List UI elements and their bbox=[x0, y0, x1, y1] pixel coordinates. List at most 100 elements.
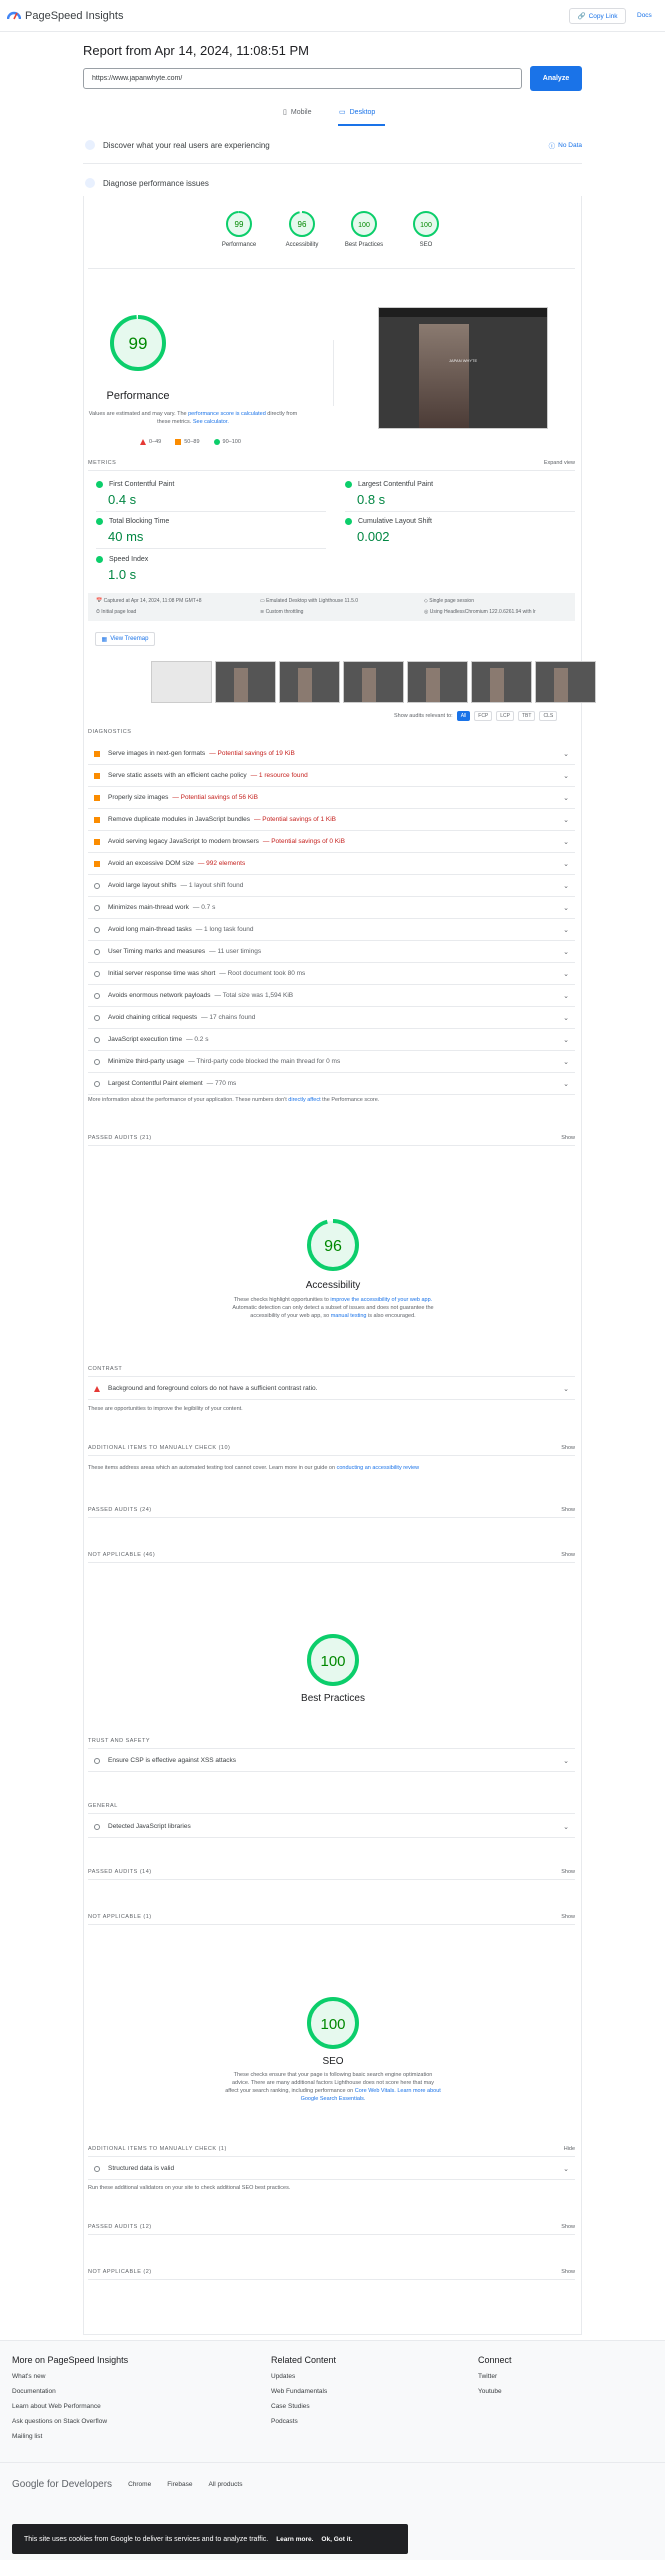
gauge-performance[interactable]: 99 Performance bbox=[214, 210, 264, 248]
show-toggle[interactable]: Show bbox=[561, 1445, 575, 1451]
footer-link[interactable]: Learn about Web Performance bbox=[12, 2403, 128, 2410]
core-web-vitals-link[interactable]: Core Web Vitals. bbox=[355, 2088, 396, 2094]
footer-link[interactable]: Podcasts bbox=[271, 2418, 336, 2425]
diagnostic-row[interactable]: Properly size images — Potential savings … bbox=[88, 787, 575, 809]
filter-chip-cls[interactable]: CLS bbox=[539, 711, 558, 721]
tab-desktop[interactable]: ▭ Desktop bbox=[339, 108, 375, 117]
bp-passed-audits[interactable]: PASSED AUDITS (14) Show bbox=[88, 1869, 575, 1875]
diagnostic-row[interactable]: Largest Contentful Paint element — 770 ms… bbox=[88, 1073, 575, 1095]
diagnostic-row[interactable]: Avoids enormous network payloads — Total … bbox=[88, 985, 575, 1007]
app-title[interactable]: PageSpeed Insights bbox=[25, 10, 123, 22]
diagnostic-row[interactable]: Serve images in next-gen formats — Potent… bbox=[88, 743, 575, 765]
footer-link[interactable]: Ask questions on Stack Overflow bbox=[12, 2418, 128, 2425]
bp-not-applicable[interactable]: NOT APPLICABLE (1) Show bbox=[88, 1914, 575, 1920]
gauge-ring: 96 bbox=[307, 1219, 359, 1271]
note-text: Values are estimated and may vary. The bbox=[88, 411, 187, 417]
filter-chip-fcp[interactable]: FCP bbox=[474, 711, 493, 721]
audit-row[interactable]: Background and foreground colors do not … bbox=[88, 1378, 575, 1400]
google-developers-logo[interactable]: Google for Developers bbox=[12, 2479, 112, 2490]
gauge-ring: 99 bbox=[110, 315, 166, 371]
info-circle-icon bbox=[94, 1036, 100, 1043]
perf-passed-audits[interactable]: PASSED AUDITS (21) Show bbox=[88, 1135, 575, 1141]
diagnostic-row[interactable]: Minimize third-party usage — Third-party … bbox=[88, 1051, 575, 1073]
audit-detail: — Potential savings of 19 KiB bbox=[209, 750, 295, 757]
expand-view-toggle[interactable]: Expand view bbox=[544, 460, 575, 466]
seo-not-applicable[interactable]: NOT APPLICABLE (2) Show bbox=[88, 2269, 575, 2275]
metric-name: Total Blocking Time bbox=[109, 518, 170, 525]
show-toggle[interactable]: Show bbox=[561, 1914, 575, 1920]
show-toggle[interactable]: Show bbox=[561, 1869, 575, 1875]
footer-link[interactable]: Case Studies bbox=[271, 2403, 336, 2410]
audit-row[interactable]: Detected JavaScript libraries ⌄ bbox=[88, 1816, 575, 1838]
manual-testing-link[interactable]: manual testing bbox=[331, 1313, 367, 1319]
a11y-passed-audits[interactable]: PASSED AUDITS (24) Show bbox=[88, 1507, 575, 1513]
field-data-section[interactable]: Discover what your real users are experi… bbox=[83, 133, 582, 157]
seo-manual-checks[interactable]: ADDITIONAL ITEMS TO MANUALLY CHECK (1) H… bbox=[88, 2146, 575, 2152]
footer-link[interactable]: All products bbox=[208, 2481, 242, 2488]
filmstrip-frame bbox=[151, 661, 212, 703]
a11y-manual-checks[interactable]: ADDITIONAL ITEMS TO MANUALLY CHECK (10) … bbox=[88, 1445, 575, 1451]
diagnose-icon bbox=[85, 178, 95, 188]
learn-more-link[interactable]: Learn more. bbox=[276, 2536, 313, 2543]
show-toggle[interactable]: Show bbox=[561, 2269, 575, 2275]
show-toggle[interactable]: Show bbox=[561, 2224, 575, 2230]
hide-toggle[interactable]: Hide bbox=[564, 2146, 575, 2152]
footer-link[interactable]: Chrome bbox=[128, 2481, 151, 2488]
filter-chip-lcp[interactable]: LCP bbox=[496, 711, 514, 721]
footer-link[interactable]: Web Fundamentals bbox=[271, 2388, 336, 2395]
improve-accessibility-link[interactable]: improve the accessibility of your web ap… bbox=[330, 1297, 432, 1303]
lab-data-section[interactable]: Diagnose performance issues bbox=[83, 171, 582, 195]
calculator-link[interactable]: See calculator. bbox=[193, 419, 229, 425]
diagnostic-row[interactable]: Remove duplicate modules in JavaScript b… bbox=[88, 809, 575, 831]
tab-mobile[interactable]: ▯ Mobile bbox=[283, 108, 311, 117]
diagnostic-row[interactable]: Avoid long main-thread tasks — 1 long tas… bbox=[88, 919, 575, 941]
show-toggle[interactable]: Show bbox=[561, 1507, 575, 1513]
diagnostic-row[interactable]: Avoid large layout shifts — 1 layout shif… bbox=[88, 875, 575, 897]
analyze-button[interactable]: Analyze bbox=[530, 66, 582, 91]
note-text: These items address areas which an autom… bbox=[88, 1465, 336, 1471]
footer-link[interactable]: Youtube bbox=[478, 2388, 512, 2395]
filter-chip-tbt[interactable]: TBT bbox=[518, 711, 536, 721]
diagnostic-row[interactable]: User Timing marks and measures — 11 user … bbox=[88, 941, 575, 963]
a11y-not-applicable[interactable]: NOT APPLICABLE (46) Show bbox=[88, 1552, 575, 1558]
copy-link-button[interactable]: 🔗 Copy Link bbox=[569, 8, 626, 24]
diagnostic-row[interactable]: Initial server response time was short — … bbox=[88, 963, 575, 985]
footer-link[interactable]: Twitter bbox=[478, 2373, 512, 2380]
diagnostic-row[interactable]: JavaScript execution time — 0.2 s ⌄ bbox=[88, 1029, 575, 1051]
cookie-ok-button[interactable]: Ok, Got it. bbox=[321, 2536, 352, 2543]
diagnostic-row[interactable]: Avoid chaining critical requests — 17 cha… bbox=[88, 1007, 575, 1029]
footer-column-connect: Connect Twitter Youtube bbox=[478, 2355, 512, 2403]
show-toggle[interactable]: Show bbox=[561, 1552, 575, 1558]
show-toggle[interactable]: Show bbox=[561, 1135, 575, 1141]
gauge-best-practices[interactable]: 100 Best Practices bbox=[339, 210, 389, 248]
contrast-header: CONTRAST bbox=[88, 1366, 123, 1372]
footer-link[interactable]: Updates bbox=[271, 2373, 336, 2380]
directly-affect-link[interactable]: directly affect bbox=[288, 1097, 320, 1103]
diagnostic-row[interactable]: Avoid an excessive DOM size — 992 element… bbox=[88, 853, 575, 875]
gauge-label: SEO bbox=[419, 242, 433, 248]
divider bbox=[88, 1748, 575, 1749]
url-input[interactable] bbox=[83, 68, 522, 89]
diagnostic-row[interactable]: Serve static assets with an efficient ca… bbox=[88, 765, 575, 787]
diagnostic-row[interactable]: Avoid serving legacy JavaScript to moder… bbox=[88, 831, 575, 853]
filter-chip-all[interactable]: All bbox=[456, 711, 471, 721]
footer-column-title: Connect bbox=[478, 2355, 512, 2365]
score-calc-link[interactable]: performance score is calculated bbox=[188, 411, 266, 417]
gauge-seo[interactable]: 100 SEO bbox=[401, 210, 451, 248]
docs-link[interactable]: Docs bbox=[637, 12, 652, 19]
footer-link[interactable]: Documentation bbox=[12, 2388, 128, 2395]
diagnostic-row[interactable]: Minimizes main-thread work — 0.7 s ⌄ bbox=[88, 897, 575, 919]
filmstrip bbox=[151, 661, 596, 703]
footer-link[interactable]: What's new bbox=[12, 2373, 128, 2380]
frame-figure bbox=[554, 668, 568, 702]
footer-link[interactable]: Mailing list bbox=[12, 2433, 128, 2440]
gauge-accessibility[interactable]: 96 Accessibility bbox=[277, 210, 327, 248]
group-label: PASSED AUDITS (12) bbox=[88, 2224, 152, 2230]
view-treemap-button[interactable]: ▦ View Treemap bbox=[95, 632, 155, 646]
audit-title: Minimizes main-thread work bbox=[108, 904, 189, 911]
seo-passed-audits[interactable]: PASSED AUDITS (12) Show bbox=[88, 2224, 575, 2230]
audit-row[interactable]: Structured data is valid ⌄ bbox=[88, 2158, 575, 2180]
accessibility-review-link[interactable]: conducting an accessibility review bbox=[337, 1465, 420, 1471]
footer-link[interactable]: Firebase bbox=[167, 2481, 192, 2488]
audit-row[interactable]: Ensure CSP is effective against XSS atta… bbox=[88, 1750, 575, 1772]
